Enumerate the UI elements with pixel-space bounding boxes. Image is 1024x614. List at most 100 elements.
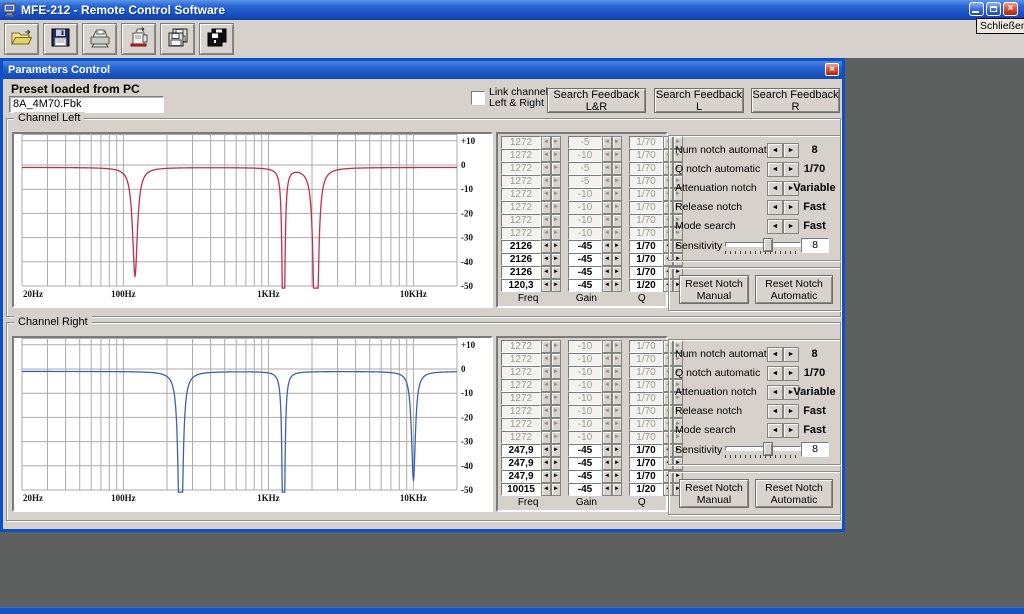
- gain-increment-button[interactable]: ►: [612, 214, 622, 227]
- freq-decrement-button[interactable]: ◄: [541, 240, 551, 253]
- freq-increment-button[interactable]: ►: [551, 392, 561, 405]
- q-value[interactable]: 1/70: [629, 136, 663, 149]
- freq-increment-button[interactable]: ►: [551, 201, 561, 214]
- gain-increment-button[interactable]: ►: [612, 392, 622, 405]
- gain-increment-button[interactable]: ►: [612, 201, 622, 214]
- gain-decrement-button[interactable]: ◄: [602, 149, 612, 162]
- q-value[interactable]: 1/70: [629, 240, 663, 253]
- reset-notch-manual-button[interactable]: Reset Notch Manual: [679, 275, 749, 304]
- gain-increment-button[interactable]: ►: [612, 444, 622, 457]
- freq-decrement-button[interactable]: ◄: [541, 366, 551, 379]
- freq-increment-button[interactable]: ►: [551, 175, 561, 188]
- gain-value[interactable]: -45: [568, 279, 602, 292]
- reset-notch-automatic-button[interactable]: Reset Notch Automatic: [755, 275, 833, 304]
- freq-value[interactable]: 1272: [501, 149, 541, 162]
- freq-increment-button[interactable]: ►: [551, 266, 561, 279]
- close-button[interactable]: ×: [1003, 2, 1018, 16]
- gain-increment-button[interactable]: ►: [612, 227, 622, 240]
- gain-increment-button[interactable]: ►: [612, 405, 622, 418]
- gain-value[interactable]: -10: [568, 431, 602, 444]
- gain-decrement-button[interactable]: ◄: [602, 188, 612, 201]
- gain-value[interactable]: -45: [568, 483, 602, 496]
- freq-value[interactable]: 1272: [501, 227, 541, 240]
- gain-value[interactable]: -10: [568, 353, 602, 366]
- freq-increment-button[interactable]: ►: [551, 431, 561, 444]
- gain-value[interactable]: -45: [568, 253, 602, 266]
- freq-decrement-button[interactable]: ◄: [541, 227, 551, 240]
- q-value[interactable]: 1/70: [629, 392, 663, 405]
- q-value[interactable]: 1/70: [629, 444, 663, 457]
- freq-increment-button[interactable]: ►: [551, 162, 561, 175]
- freq-increment-button[interactable]: ►: [551, 353, 561, 366]
- q-value[interactable]: 1/70: [629, 379, 663, 392]
- freq-decrement-button[interactable]: ◄: [541, 188, 551, 201]
- q-value[interactable]: 1/70: [629, 431, 663, 444]
- freq-value[interactable]: 1272: [501, 366, 541, 379]
- q-value[interactable]: 1/70: [629, 162, 663, 175]
- setting-decrement-button[interactable]: ◄: [767, 143, 783, 158]
- q-value[interactable]: 1/70: [629, 175, 663, 188]
- freq-increment-button[interactable]: ►: [551, 240, 561, 253]
- setting-decrement-button[interactable]: ◄: [767, 162, 783, 177]
- reset-notch-manual-button[interactable]: Reset Notch Manual: [679, 479, 749, 508]
- freq-value[interactable]: 247,9: [501, 457, 541, 470]
- disks-light-button[interactable]: [160, 23, 195, 55]
- gain-value[interactable]: -5: [568, 175, 602, 188]
- gain-increment-button[interactable]: ►: [612, 457, 622, 470]
- freq-decrement-button[interactable]: ◄: [541, 149, 551, 162]
- gain-increment-button[interactable]: ►: [612, 253, 622, 266]
- gain-increment-button[interactable]: ►: [612, 431, 622, 444]
- freq-increment-button[interactable]: ►: [551, 366, 561, 379]
- freq-decrement-button[interactable]: ◄: [541, 175, 551, 188]
- search-feedback-r-button[interactable]: Search Feedback R: [751, 88, 840, 113]
- gain-increment-button[interactable]: ►: [612, 418, 622, 431]
- freq-value[interactable]: 120,3: [501, 279, 541, 292]
- gain-decrement-button[interactable]: ◄: [602, 457, 612, 470]
- gain-decrement-button[interactable]: ◄: [602, 431, 612, 444]
- gain-increment-button[interactable]: ►: [612, 266, 622, 279]
- freq-increment-button[interactable]: ►: [551, 253, 561, 266]
- freq-decrement-button[interactable]: ◄: [541, 418, 551, 431]
- gain-decrement-button[interactable]: ◄: [602, 279, 612, 292]
- freq-decrement-button[interactable]: ◄: [541, 136, 551, 149]
- gain-value[interactable]: -10: [568, 201, 602, 214]
- search-feedback-lr-button[interactable]: Search Feedback L&R: [547, 88, 646, 113]
- freq-decrement-button[interactable]: ◄: [541, 379, 551, 392]
- print-button[interactable]: [82, 23, 117, 55]
- freq-decrement-button[interactable]: ◄: [541, 444, 551, 457]
- freq-increment-button[interactable]: ►: [551, 483, 561, 496]
- freq-value[interactable]: 1272: [501, 418, 541, 431]
- q-value[interactable]: 1/70: [629, 353, 663, 366]
- gain-value[interactable]: -5: [568, 136, 602, 149]
- disks-dark-button[interactable]: [199, 23, 234, 55]
- setting-decrement-button[interactable]: ◄: [767, 181, 783, 196]
- gain-value[interactable]: -10: [568, 227, 602, 240]
- restore-button[interactable]: [986, 2, 1001, 16]
- gain-value[interactable]: -10: [568, 418, 602, 431]
- freq-decrement-button[interactable]: ◄: [541, 201, 551, 214]
- freq-increment-button[interactable]: ►: [551, 379, 561, 392]
- gain-decrement-button[interactable]: ◄: [602, 418, 612, 431]
- freq-decrement-button[interactable]: ◄: [541, 483, 551, 496]
- freq-decrement-button[interactable]: ◄: [541, 353, 551, 366]
- gain-value[interactable]: -10: [568, 405, 602, 418]
- sensitivity-slider[interactable]: [725, 238, 799, 254]
- gain-increment-button[interactable]: ►: [612, 188, 622, 201]
- freq-increment-button[interactable]: ►: [551, 227, 561, 240]
- q-value[interactable]: 1/70: [629, 214, 663, 227]
- freq-increment-button[interactable]: ►: [551, 418, 561, 431]
- gain-increment-button[interactable]: ►: [612, 470, 622, 483]
- freq-decrement-button[interactable]: ◄: [541, 266, 551, 279]
- freq-value[interactable]: 1272: [501, 162, 541, 175]
- gain-value[interactable]: -10: [568, 340, 602, 353]
- slider-thumb[interactable]: [763, 238, 773, 252]
- gain-decrement-button[interactable]: ◄: [602, 444, 612, 457]
- freq-value[interactable]: 2126: [501, 253, 541, 266]
- gain-decrement-button[interactable]: ◄: [602, 353, 612, 366]
- gain-decrement-button[interactable]: ◄: [602, 201, 612, 214]
- freq-value[interactable]: 2126: [501, 266, 541, 279]
- freq-value[interactable]: 247,9: [501, 470, 541, 483]
- setting-decrement-button[interactable]: ◄: [767, 404, 783, 419]
- gain-increment-button[interactable]: ►: [612, 366, 622, 379]
- gain-value[interactable]: -45: [568, 470, 602, 483]
